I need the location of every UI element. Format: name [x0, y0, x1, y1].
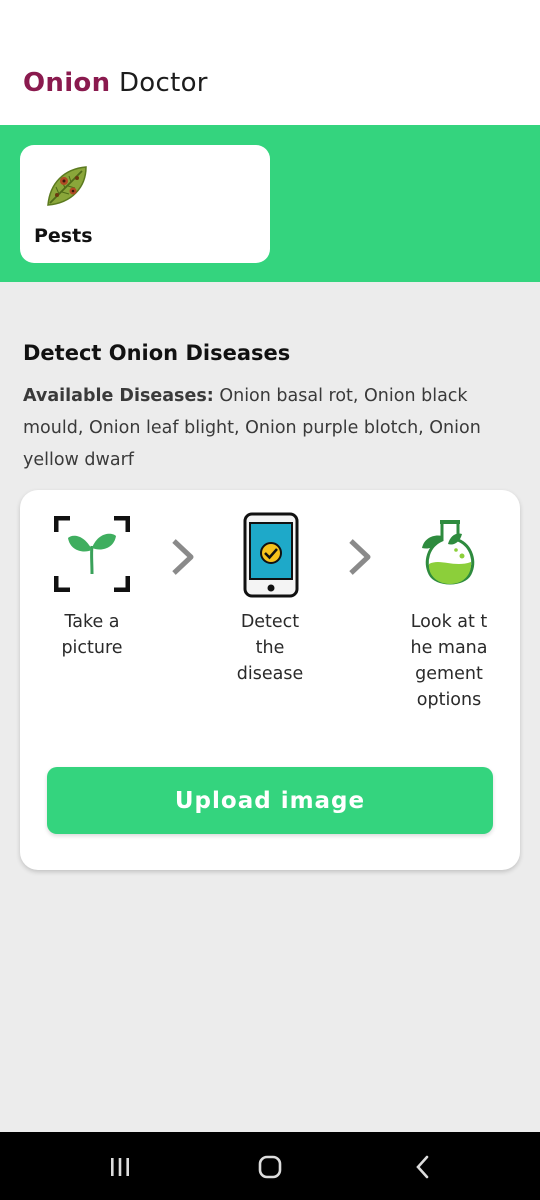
upload-image-button[interactable]: Upload image: [47, 767, 493, 834]
recent-apps-icon[interactable]: [107, 1154, 133, 1180]
flask-leaf-icon: [418, 518, 482, 594]
camera-frame-sprout-icon: [53, 515, 131, 596]
available-diseases-label: Available Diseases:: [23, 386, 214, 406]
system-navigation-bar: [0, 1132, 540, 1200]
home-icon[interactable]: [257, 1154, 283, 1180]
available-diseases: Available Diseases: Onion basal rot, Oni…: [23, 380, 513, 476]
phone-check-icon: [243, 512, 299, 602]
app-bar: Onion Doctor: [0, 0, 540, 125]
step-take-picture-label: Take a picture: [61, 612, 123, 658]
app-title-brand: Onion: [23, 68, 111, 98]
chevron-right-icon: [347, 537, 373, 581]
step-detect-disease-label: Detect the disease: [236, 612, 304, 684]
pests-label: Pests: [34, 225, 93, 247]
leaf-pest-icon: [42, 161, 92, 211]
chevron-right-icon: [170, 537, 196, 581]
app-title-rest: Doctor: [118, 68, 208, 98]
back-icon[interactable]: [410, 1154, 436, 1180]
detection-steps-card: Take a picture Detect the disease Look a…: [20, 490, 520, 870]
category-band: Pests: [0, 125, 540, 282]
app-title: Onion Doctor: [23, 68, 208, 98]
pests-category-card[interactable]: Pests: [20, 145, 270, 263]
detect-section-title: Detect Onion Diseases: [23, 341, 291, 365]
step-management-options-label: Look at the management options: [410, 612, 488, 710]
